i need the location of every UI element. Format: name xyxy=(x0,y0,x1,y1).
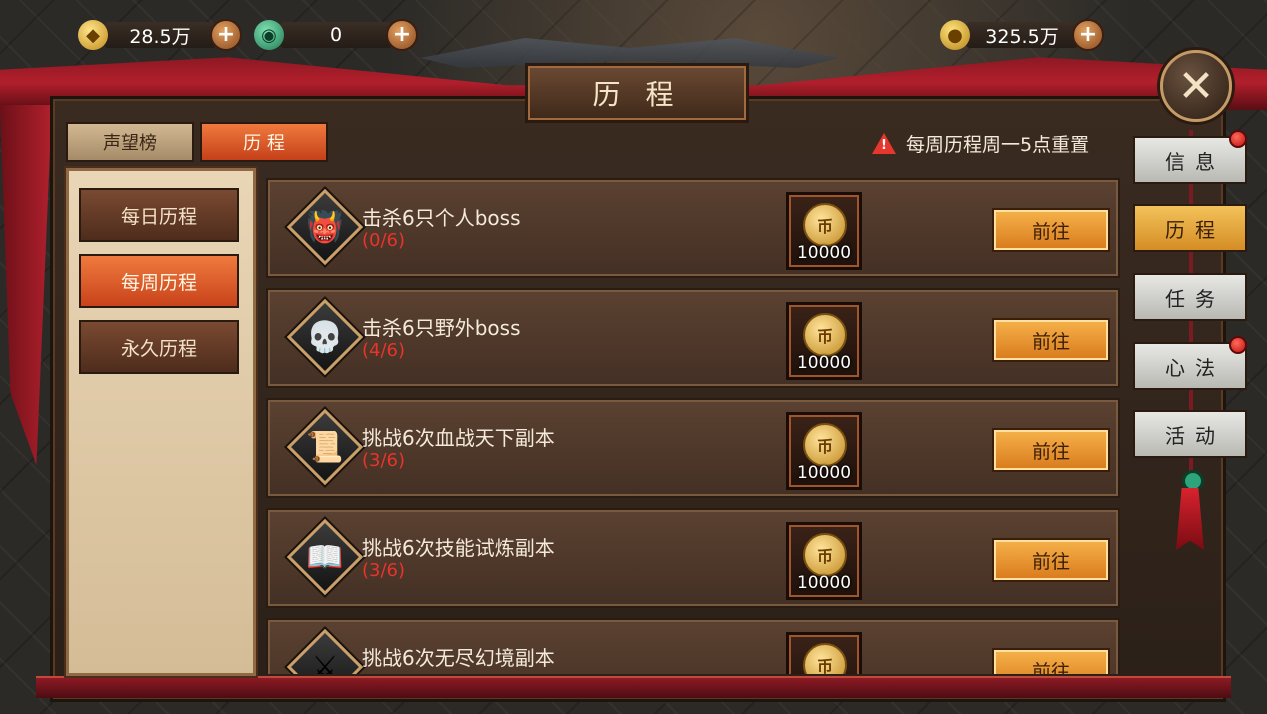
reward-slot[interactable]: 币 xyxy=(786,632,862,674)
coin-icon: 币 xyxy=(803,533,847,577)
side-tab-label: 任务 xyxy=(1165,286,1225,311)
add-jade-button[interactable]: + xyxy=(386,19,418,51)
page-title: 历 程 xyxy=(525,63,749,123)
tab-reputation-ranking[interactable]: 声望榜 xyxy=(66,122,194,162)
task-row: ⚔ 挑战6次无尽幻境副本 币 前往 xyxy=(266,618,1120,674)
side-tabs: 信息 历程 任务 心法 活动 xyxy=(1130,130,1260,570)
task-list[interactable]: 👹 击杀6只个人boss (0/6) 币 10000 前往 💀 击杀6只野外bo… xyxy=(258,166,1126,674)
bottom-drape-bar xyxy=(36,676,1231,698)
ingot-resource: ◆ 28.5万 + xyxy=(78,18,242,52)
task-progress: (0/6) xyxy=(362,230,406,251)
coin-resource: ● 325.5万 + xyxy=(940,18,1104,52)
category-permanent[interactable]: 永久历程 xyxy=(79,320,239,374)
coin-amount: 325.5万 xyxy=(966,22,1078,48)
coin-icon: 币 xyxy=(803,203,847,247)
add-coin-button[interactable]: + xyxy=(1072,19,1104,51)
task-row: 💀 击杀6只野外boss (4/6) 币 10000 前往 xyxy=(266,288,1120,388)
side-tab-tasks[interactable]: 任务 xyxy=(1133,273,1247,321)
category-daily[interactable]: 每日历程 xyxy=(79,188,239,242)
ingot-amount: 28.5万 xyxy=(104,22,216,48)
task-row: 📜 挑战6次血战天下副本 (3/6) 币 10000 前往 xyxy=(266,398,1120,498)
reward-slot[interactable]: 币 10000 xyxy=(786,412,862,490)
go-button[interactable]: 前往 xyxy=(992,428,1110,472)
task-progress: (4/6) xyxy=(362,340,406,361)
side-tab-journey[interactable]: 历程 xyxy=(1133,204,1247,252)
task-row: 📖 挑战6次技能试炼副本 (3/6) 币 10000 前往 xyxy=(266,508,1120,608)
side-tab-events[interactable]: 活动 xyxy=(1133,410,1247,458)
add-ingot-button[interactable]: + xyxy=(210,19,242,51)
side-tab-info[interactable]: 信息 xyxy=(1133,130,1247,184)
side-tab-label: 历程 xyxy=(1165,217,1225,242)
reward-amount: 10000 xyxy=(796,243,852,263)
notice-text: 每周历程周一5点重置 xyxy=(906,133,1090,156)
close-button[interactable]: ✕ xyxy=(1160,50,1232,122)
reward-amount: 10000 xyxy=(796,573,852,593)
coin-icon: ● xyxy=(940,20,970,50)
go-button[interactable]: 前往 xyxy=(992,538,1110,582)
gold-ingot-icon: ◆ xyxy=(78,20,108,50)
go-button[interactable]: 前往 xyxy=(992,318,1110,362)
side-tab-label: 信息 xyxy=(1165,149,1225,174)
coin-icon: 币 xyxy=(803,423,847,467)
go-button[interactable]: 前往 xyxy=(992,648,1110,674)
book-icon: 📖 xyxy=(286,518,364,596)
task-name: 挑战6次技能试炼副本 xyxy=(362,536,555,560)
reward-slot[interactable]: 币 10000 xyxy=(786,302,862,380)
coin-icon: 币 xyxy=(803,313,847,357)
side-tab-label: 活动 xyxy=(1165,423,1225,448)
notification-dot xyxy=(1229,336,1247,354)
demon-mask-icon: 👹 xyxy=(286,188,364,266)
reward-slot[interactable]: 币 10000 xyxy=(786,192,862,270)
weekly-reset-notice: ! 每周历程周一5点重置 xyxy=(872,128,1089,158)
task-name: 击杀6只个人boss xyxy=(362,206,521,230)
jade-icon: ◉ xyxy=(254,20,284,50)
coin-icon: 币 xyxy=(803,643,847,674)
jade-resource: ◉ 0 + xyxy=(254,18,418,52)
close-icon: ✕ xyxy=(1177,60,1215,112)
jade-amount: 0 xyxy=(280,22,392,48)
side-tab-label: 心法 xyxy=(1165,355,1225,380)
sword-crest-icon: ⚔ xyxy=(286,628,364,674)
category-panel: 每日历程 每周历程 永久历程 xyxy=(64,166,258,678)
task-name: 击杀6只野外boss xyxy=(362,316,521,340)
task-progress: (3/6) xyxy=(362,560,406,581)
tab-journey[interactable]: 历 程 xyxy=(200,122,328,162)
notification-dot xyxy=(1229,130,1247,148)
task-row: 👹 击杀6只个人boss (0/6) 币 10000 前往 xyxy=(266,178,1120,278)
category-weekly[interactable]: 每周历程 xyxy=(79,254,239,308)
tassel-decoration xyxy=(1174,470,1208,550)
reward-amount: 10000 xyxy=(796,353,852,373)
reward-amount: 10000 xyxy=(796,463,852,483)
go-button[interactable]: 前往 xyxy=(992,208,1110,252)
side-tab-mind-method[interactable]: 心法 xyxy=(1133,336,1247,390)
task-name: 挑战6次血战天下副本 xyxy=(362,426,555,450)
scroll-icon: 📜 xyxy=(286,408,364,486)
reward-slot[interactable]: 币 10000 xyxy=(786,522,862,600)
warning-icon: ! xyxy=(872,132,896,154)
task-name: 挑战6次无尽幻境副本 xyxy=(362,646,555,670)
skull-icon: 💀 xyxy=(286,298,364,376)
task-progress: (3/6) xyxy=(362,450,406,471)
